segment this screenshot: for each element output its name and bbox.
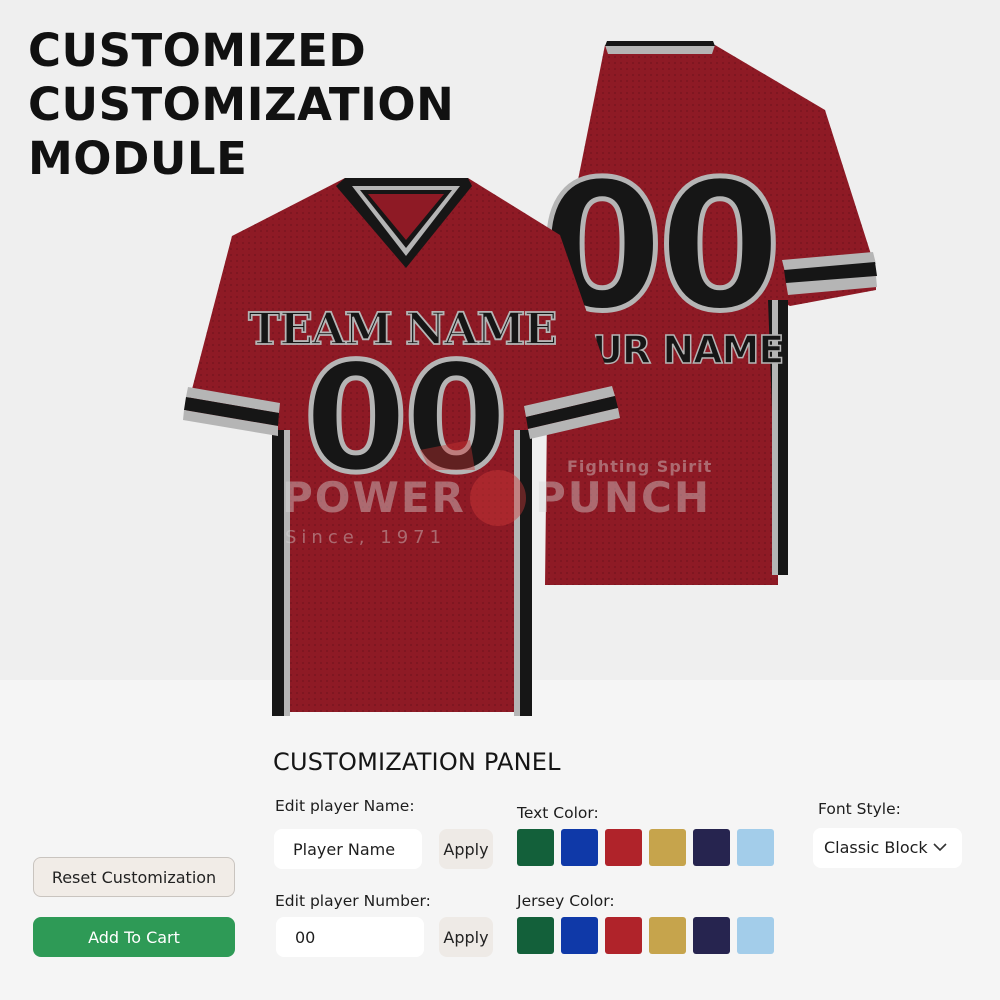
text-color-swatch[interactable] <box>605 829 642 866</box>
watermark-tagline: Fighting Spirit <box>567 457 712 476</box>
fist-logo-icon <box>470 470 526 526</box>
jersey-color-swatch[interactable] <box>517 917 554 954</box>
watermark-right-word: PUNCH <box>535 473 711 522</box>
apply-name-button[interactable]: Apply <box>439 829 493 869</box>
watermark-since: Since, 1971 <box>285 527 446 548</box>
add-to-cart-button[interactable]: Add To Cart <box>33 917 235 957</box>
jersey-color-label: Jersey Color: <box>517 892 615 910</box>
player-number-input[interactable] <box>276 917 424 957</box>
player-name-label: Edit player Name: <box>275 797 415 815</box>
jersey-color-swatch[interactable] <box>561 917 598 954</box>
font-style-value: Classic Block <box>824 838 928 857</box>
text-color-swatch[interactable] <box>517 829 554 866</box>
text-color-swatch[interactable] <box>561 829 598 866</box>
panel-title: CUSTOMIZATION PANEL <box>273 748 561 776</box>
apply-number-button[interactable]: Apply <box>439 917 493 957</box>
text-color-swatch[interactable] <box>737 829 774 866</box>
reset-customization-button[interactable]: Reset Customization <box>33 857 235 897</box>
font-style-select[interactable]: Classic Block <box>813 828 962 868</box>
font-style-label: Font Style: <box>818 800 901 818</box>
text-color-swatch[interactable] <box>693 829 730 866</box>
player-name-input[interactable] <box>274 829 422 869</box>
watermark-left-word: POWER <box>282 473 466 522</box>
player-number-label: Edit player Number: <box>275 892 431 910</box>
jersey-color-swatch[interactable] <box>737 917 774 954</box>
text-color-swatch[interactable] <box>649 829 686 866</box>
jersey-color-swatch[interactable] <box>693 917 730 954</box>
jersey-color-swatch[interactable] <box>605 917 642 954</box>
text-color-label: Text Color: <box>517 804 599 822</box>
jersey-color-swatch[interactable] <box>649 917 686 954</box>
chevron-down-icon <box>933 843 947 852</box>
jersey-preview: 00 OUR NAME TEAM NAME 00 POWER PUNCH Fig… <box>183 41 877 716</box>
